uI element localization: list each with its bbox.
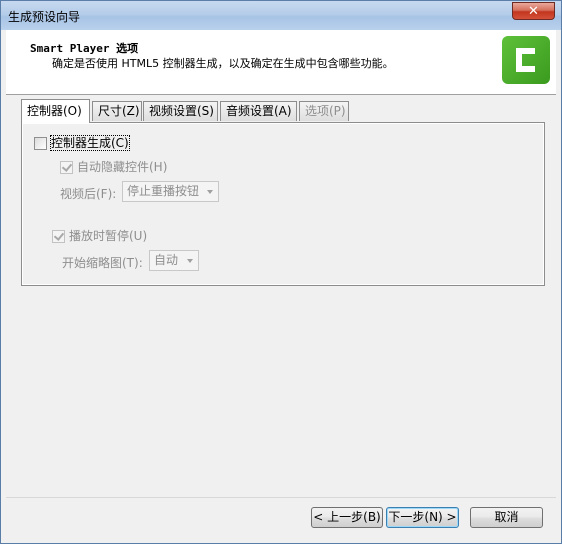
tab-options: 选项(P) [299,101,349,121]
next-button[interactable]: 下一步(N) > [386,507,459,528]
header-description: 确定是否使用 HTML5 控制器生成，以及确定在生成中包含哪些功能。 [52,57,394,70]
close-icon: ✕ [528,4,539,19]
start-thumbnail-value: 自动 [154,253,179,267]
footer-divider [6,497,556,498]
header-title: Smart Player 选项 [30,42,139,55]
generate-controller-checkbox[interactable] [34,137,47,150]
wizard-header: Smart Player 选项 确定是否使用 HTML5 控制器生成，以及确定在… [6,30,556,95]
close-button[interactable]: ✕ [512,2,555,20]
start-thumbnail-select: 自动 [149,250,199,271]
camtasia-c-icon [502,36,550,84]
after-video-select: 停止重播按钮 [122,181,219,202]
tab-controller[interactable]: 控制器(O) [21,99,90,123]
chevron-down-icon [207,190,213,194]
autohide-controls-label: 自动隐藏控件(H) [77,160,168,174]
autohide-controls-checkbox [60,161,73,174]
tab-size[interactable]: 尺寸(Z) [92,101,142,121]
controller-tab-panel: 控制器生成(C) 自动隐藏控件(H) 视频后(F): 停止重播按钮 播放时暂停(… [21,122,545,286]
generate-controller-label[interactable]: 控制器生成(C) [50,135,130,151]
after-video-value: 停止重播按钮 [127,184,200,198]
title-bar[interactable]: 生成预设向导 ✕ [1,1,561,30]
pause-playback-label: 播放时暂停(U) [69,229,148,243]
cancel-button[interactable]: 取消 [470,507,543,528]
tab-audio-settings[interactable]: 音频设置(A) [220,101,297,121]
after-video-label: 视频后(F): [60,187,117,201]
window-title: 生成预设向导 [8,10,81,24]
tab-video-settings[interactable]: 视频设置(S) [143,101,218,121]
pause-playback-checkbox [52,230,65,243]
start-thumbnail-label: 开始缩略图(T): [62,256,143,270]
chevron-down-icon [187,259,193,263]
back-button[interactable]: < 上一步(B) [311,507,383,528]
wizard-window: 生成预设向导 ✕ Smart Player 选项 确定是否使用 HTML5 控制… [0,0,562,544]
